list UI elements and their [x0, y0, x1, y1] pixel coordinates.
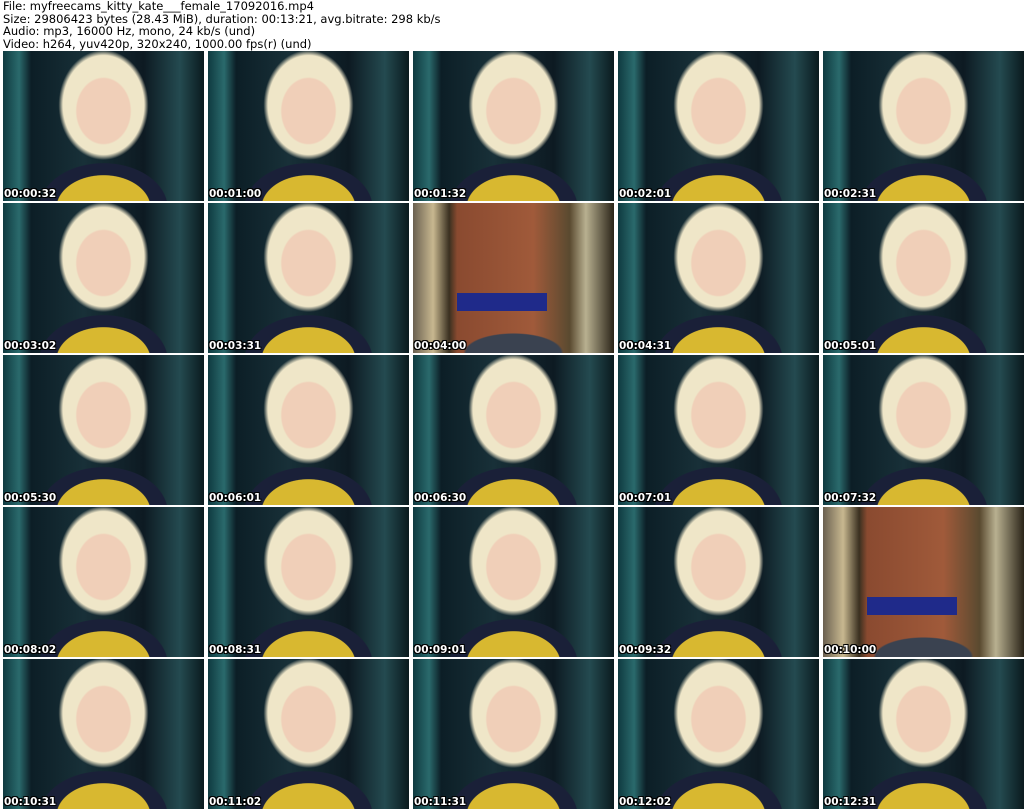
video-thumbnail: 00:06:01 — [208, 355, 409, 505]
video-thumbnail: 00:07:01 — [618, 355, 819, 505]
timestamp: 00:02:31 — [824, 188, 877, 200]
timestamp: 00:08:31 — [209, 644, 262, 656]
timestamp: 00:11:31 — [414, 796, 467, 808]
video-thumbnail: 00:10:31 — [3, 659, 204, 809]
timestamp: 00:05:01 — [824, 340, 877, 352]
video-thumbnail: 00:08:02 — [3, 507, 204, 657]
timestamp: 00:09:32 — [619, 644, 672, 656]
timestamp: 00:06:30 — [414, 492, 467, 504]
timestamp: 00:07:32 — [824, 492, 877, 504]
timestamp: 00:05:30 — [4, 492, 57, 504]
timestamp: 00:12:02 — [619, 796, 672, 808]
video-thumbnail: 00:02:01 — [618, 51, 819, 201]
video-thumbnail: 00:04:31 — [618, 203, 819, 353]
video-thumbnail: 00:03:02 — [3, 203, 204, 353]
video-thumbnail: 00:00:32 — [3, 51, 204, 201]
video-thumbnail: 00:10:00 — [823, 507, 1024, 657]
timestamp: 00:04:00 — [414, 340, 467, 352]
timestamp: 00:01:00 — [209, 188, 262, 200]
video-thumbnail: 00:02:31 — [823, 51, 1024, 201]
timestamp: 00:09:01 — [414, 644, 467, 656]
timestamp: 00:06:01 — [209, 492, 262, 504]
timestamp: 00:02:01 — [619, 188, 672, 200]
timestamp: 00:12:31 — [824, 796, 877, 808]
video-thumbnail: 00:05:30 — [3, 355, 204, 505]
video-info: Video: h264, yuv420p, 320x240, 1000.00 f… — [3, 36, 312, 51]
video-thumbnail: 00:04:00 — [413, 203, 614, 353]
timestamp: 00:11:02 — [209, 796, 262, 808]
timestamp: 00:03:02 — [4, 340, 57, 352]
timestamp: 00:10:00 — [824, 644, 877, 656]
file-name: File: myfreecams_kitty_kate___female_170… — [3, 0, 314, 13]
video-thumbnail: 00:09:32 — [618, 507, 819, 657]
video-thumbnail: 00:12:02 — [618, 659, 819, 809]
timestamp: 00:04:31 — [619, 340, 672, 352]
video-thumbnail: 00:11:31 — [413, 659, 614, 809]
video-thumbnail: 00:05:01 — [823, 203, 1024, 353]
audio-info: Audio: mp3, 16000 Hz, mono, 24 kb/s (und… — [3, 24, 256, 38]
timestamp: 00:00:32 — [4, 188, 57, 200]
file-info: File: myfreecams_kitty_kate___female_170… — [3, 0, 441, 50]
video-thumbnail: 00:01:00 — [208, 51, 409, 201]
video-thumbnail: 00:03:31 — [208, 203, 409, 353]
timestamp: 00:10:31 — [4, 796, 57, 808]
timestamp: 00:08:02 — [4, 644, 57, 656]
timestamp: 00:03:31 — [209, 340, 262, 352]
timestamp: 00:01:32 — [414, 188, 467, 200]
video-thumbnail: 00:09:01 — [413, 507, 614, 657]
video-thumbnail: 00:12:31 — [823, 659, 1024, 809]
video-thumbnail: 00:11:02 — [208, 659, 409, 809]
video-thumbnail: 00:08:31 — [208, 507, 409, 657]
video-thumbnail: 00:07:32 — [823, 355, 1024, 505]
thumbnail-grid: 00:00:32 00:01:00 00:01:32 00:02:01 00:02:31… — [3, 51, 1024, 809]
video-thumbnail: 00:01:32 — [413, 51, 614, 201]
video-thumbnail: 00:06:30 — [413, 355, 614, 505]
timestamp: 00:07:01 — [619, 492, 672, 504]
